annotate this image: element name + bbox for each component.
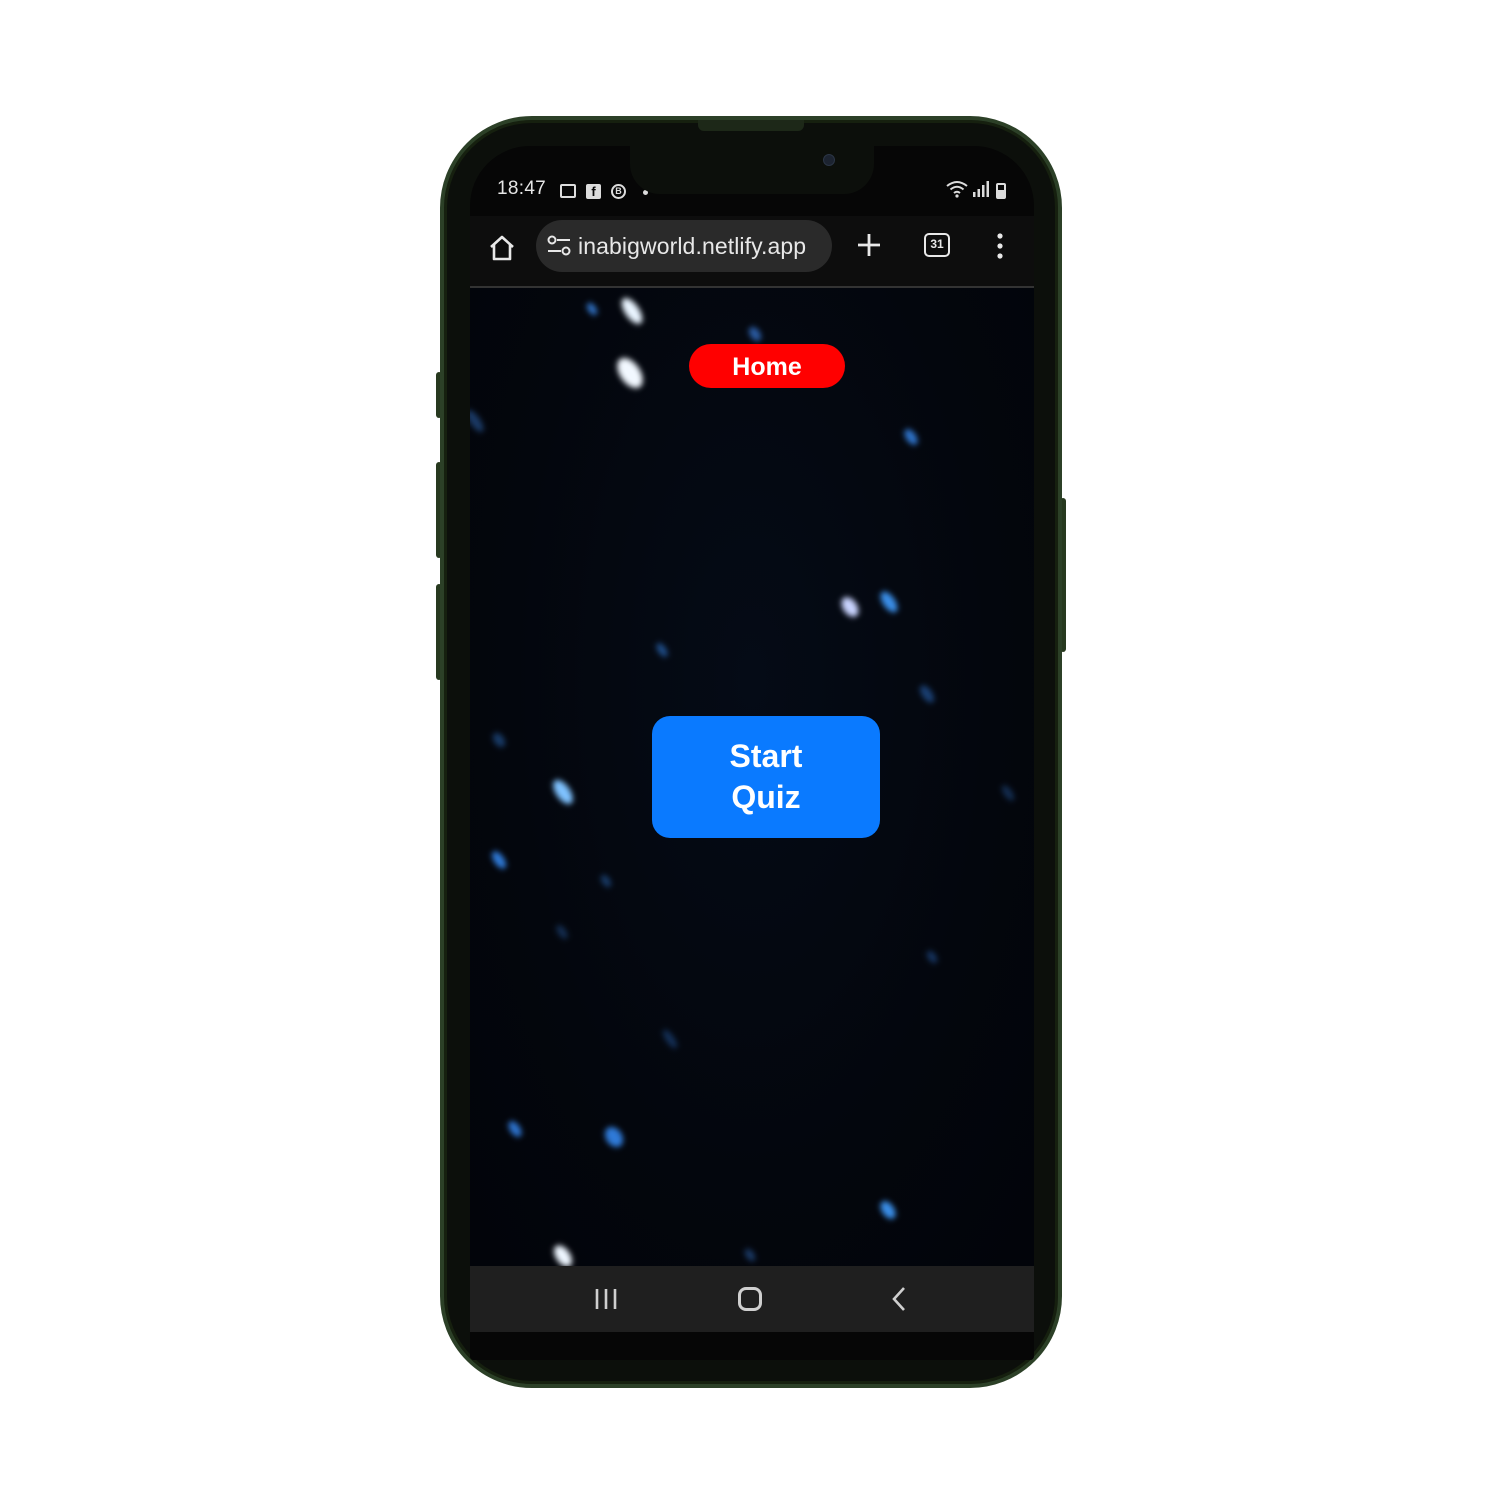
- url-text: inabigworld.netlify.app: [578, 233, 807, 259]
- browser-toolbar: inabigworld.netlify.app 31: [470, 216, 1034, 288]
- menu-icon[interactable]: [996, 230, 1004, 262]
- wifi-icon: [946, 181, 968, 198]
- front-camera: [823, 154, 835, 166]
- address-bar[interactable]: inabigworld.netlify.app: [536, 220, 832, 272]
- signal-icon: [973, 181, 989, 197]
- site-settings-icon[interactable]: [546, 234, 572, 258]
- navigation-bar: [470, 1266, 1034, 1332]
- home-icon[interactable]: [486, 232, 518, 264]
- recent-apps-icon[interactable]: [594, 1286, 618, 1312]
- back-icon[interactable]: [890, 1286, 908, 1312]
- nav-home-icon[interactable]: [738, 1287, 762, 1311]
- tabs-icon[interactable]: 31: [924, 233, 950, 257]
- notch: [630, 146, 874, 194]
- status-time: 18:47: [497, 178, 547, 199]
- start-quiz-button[interactable]: Start Quiz: [652, 716, 880, 838]
- home-button[interactable]: Home: [689, 344, 845, 388]
- start-quiz-label: Start Quiz: [729, 738, 803, 815]
- phone-screen: 18:47 f B inabigworld.netlify.app 31 Hom…: [470, 146, 1034, 1360]
- new-tab-icon[interactable]: [854, 230, 884, 260]
- battery-charging-icon: [996, 183, 1006, 199]
- facebook-icon: f: [586, 184, 601, 199]
- screen-bottom-bezel: [470, 1332, 1034, 1360]
- gallery-icon: [560, 184, 576, 198]
- web-page: Home Start Quiz: [470, 288, 1034, 1266]
- speaker-slot: [698, 120, 804, 131]
- b-circle-icon: B: [611, 184, 626, 199]
